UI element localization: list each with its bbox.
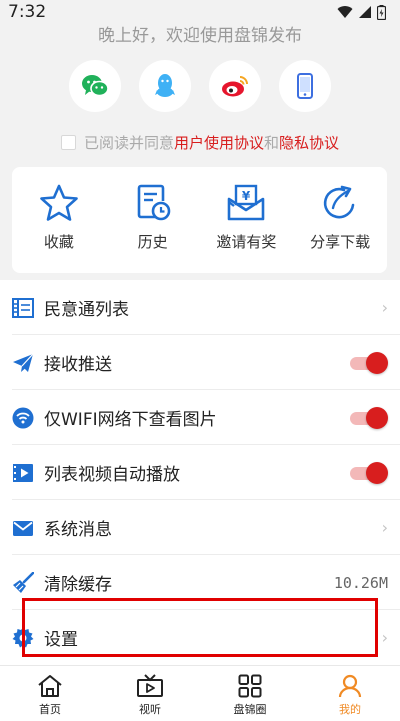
menu-item-label: 列表视频自动播放 [44, 465, 180, 485]
wechat-login-button[interactable] [69, 60, 121, 112]
status-bar: 7:32 [0, 0, 400, 24]
quick-action-label: 邀请有奖 [216, 233, 277, 251]
wifi-status-icon [337, 6, 353, 19]
qq-login-button[interactable] [139, 60, 191, 112]
wifi-images-toggle[interactable] [348, 406, 388, 429]
quick-actions-card: 收藏 历史 ¥ 邀请有奖 分享下载 [12, 167, 387, 273]
quick-action-label: 分享下载 [310, 233, 371, 251]
quick-action-label: 历史 [137, 233, 168, 251]
user-agreement-link[interactable]: 用户使用协议 [174, 132, 264, 153]
menu-item-label: 接收推送 [44, 355, 112, 375]
tab-label: 视听 [139, 703, 161, 716]
send-icon [12, 352, 34, 374]
weibo-icon [222, 76, 248, 97]
qq-icon [155, 74, 175, 97]
bottom-tab-bar: 首页 视听 盘锦圈 我的 [0, 665, 400, 721]
phone-login-button[interactable] [279, 60, 331, 112]
invite-reward-icon: ¥ [228, 184, 265, 221]
privacy-policy-link[interactable]: 隐私协议 [279, 132, 339, 153]
chevron-right-icon: › [381, 628, 388, 647]
share-icon [323, 185, 355, 219]
quick-action-invite-reward[interactable]: ¥ 邀请有奖 [200, 167, 294, 273]
battery-icon [377, 4, 386, 20]
phone-icon [297, 73, 313, 99]
film-list-icon [12, 297, 34, 319]
quick-action-favorites[interactable]: 收藏 [12, 167, 106, 273]
tab-label: 盘锦圈 [233, 703, 267, 716]
svg-text:¥: ¥ [242, 189, 251, 203]
push-toggle[interactable] [348, 351, 388, 374]
menu-item-label: 系统消息 [44, 520, 112, 540]
menu-item-label: 清除缓存 [44, 575, 112, 595]
status-time: 7:32 [8, 2, 47, 22]
chevron-right-icon: › [381, 298, 388, 317]
menu-item-receive-push[interactable]: 接收推送 [0, 335, 400, 390]
tab-panjin-circle[interactable]: 盘锦圈 [200, 666, 300, 721]
menu-item-label: 仅WIFI网络下查看图片 [44, 410, 217, 430]
user-icon [338, 674, 362, 698]
broom-icon [12, 571, 34, 594]
agreement-prefix: 已阅读并同意 [83, 133, 174, 152]
star-icon [40, 184, 78, 221]
menu-item-label: 设置 [44, 630, 78, 650]
login-options [0, 60, 400, 112]
history-icon [137, 184, 170, 221]
menu-item-opinion-list[interactable]: 民意通列表 › [0, 280, 400, 335]
grid-icon [238, 674, 262, 698]
menu-item-wifi-images[interactable]: 仅WIFI网络下查看图片 [0, 390, 400, 445]
gear-icon [12, 627, 34, 649]
quick-action-label: 收藏 [43, 233, 74, 251]
tab-audio-video[interactable]: 视听 [100, 666, 200, 721]
quick-action-history[interactable]: 历史 [106, 167, 200, 273]
agreement-checkbox[interactable] [60, 134, 76, 150]
status-icons [337, 4, 386, 20]
menu-item-clear-cache[interactable]: 清除缓存 10.26M [0, 555, 400, 610]
home-icon [38, 675, 62, 697]
weibo-login-button[interactable] [209, 60, 261, 112]
settings-menu: 民意通列表 › 接收推送 仅WIFI网络下查看图片 列表视频自动播放 系统消息 … [0, 280, 400, 665]
menu-item-settings[interactable]: 设置 › [0, 610, 400, 665]
agreement-and: 和 [264, 133, 280, 152]
tv-icon [137, 674, 163, 697]
wifi-icon [12, 407, 34, 429]
menu-item-label: 民意通列表 [44, 300, 129, 320]
video-icon [12, 462, 34, 484]
tab-label: 我的 [339, 703, 361, 716]
wechat-icon [82, 75, 109, 97]
greeting-text: 晚上好，欢迎使用盘锦发布 [98, 26, 302, 46]
tab-label: 首页 [39, 703, 61, 716]
cache-size-value: 10.26M [333, 573, 388, 592]
mail-icon [12, 517, 34, 539]
quick-action-share-download[interactable]: 分享下载 [293, 167, 387, 273]
signal-icon [359, 6, 371, 18]
tab-mine[interactable]: 我的 [300, 666, 400, 721]
menu-item-system-messages[interactable]: 系统消息 › [0, 500, 400, 555]
autoplay-toggle[interactable] [348, 461, 388, 484]
chevron-right-icon: › [381, 518, 388, 537]
menu-item-autoplay-video[interactable]: 列表视频自动播放 [0, 445, 400, 500]
agreement-row: 已阅读并同意 用户使用协议 和 隐私协议 [0, 132, 400, 152]
tab-home[interactable]: 首页 [0, 666, 100, 721]
